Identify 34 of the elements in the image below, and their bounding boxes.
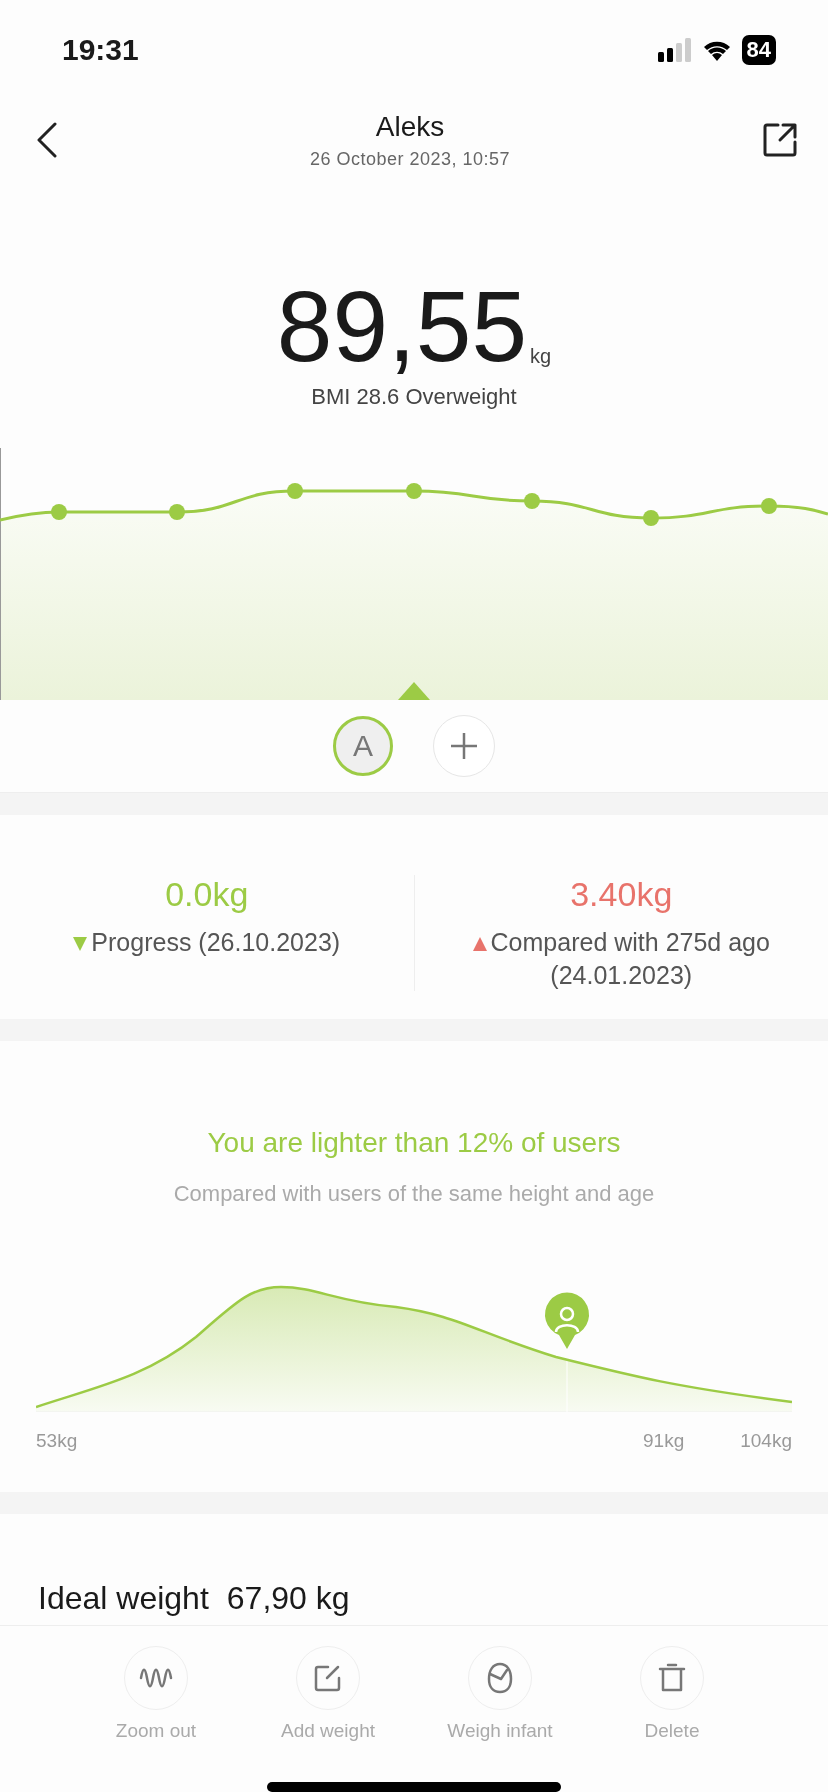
axis-label: 104kg (740, 1430, 792, 1452)
selected-pointer-icon (398, 682, 430, 700)
signal-icon (657, 38, 692, 62)
plus-icon (450, 732, 478, 760)
edit-icon (314, 1664, 342, 1692)
action-button[interactable]: Add weight (263, 1646, 393, 1742)
axis-label: 91kg (643, 1430, 685, 1452)
comparison-title: You are lighter than 12% of users (207, 1127, 621, 1159)
profile-name: Aleks (375, 110, 445, 143)
up-triangle-icon (472, 937, 487, 952)
battery-level: 84 (741, 35, 776, 65)
comparison-subtitle: Compared with users of the same height and age (173, 1181, 655, 1207)
weight-unit: kg (530, 345, 552, 368)
stat-label: Progress (26.10.2023) (91, 928, 341, 956)
stat-value: 0.0kg (165, 875, 249, 914)
share-icon[interactable] (762, 122, 798, 158)
action-button[interactable]: Weigh infant (435, 1646, 565, 1742)
bmi-status: BMI 28.6 Overweight (311, 384, 517, 410)
user-marker-icon (545, 1292, 589, 1349)
ideal-weight-value: 67,90 kg (226, 1580, 350, 1617)
back-icon[interactable] (36, 122, 58, 158)
stat-label: Compared with 275d ago (24.01.2023) (490, 928, 770, 989)
measurement-date: 26 October 2023, 10:57 (309, 148, 511, 170)
action-button[interactable]: Delete (607, 1646, 737, 1742)
axis-label: 53kg (36, 1430, 78, 1452)
weight-value: 89,55 (276, 276, 528, 376)
profile-avatar[interactable]: A (333, 716, 393, 776)
stat-value: 3.40kg (570, 875, 673, 914)
ideal-weight-label: Ideal weight (38, 1580, 209, 1617)
trash-icon (658, 1663, 686, 1693)
status-time: 19:31 (62, 33, 139, 67)
action-button[interactable]: Zoom out (91, 1646, 221, 1742)
down-triangle-icon (73, 937, 88, 952)
infant-icon (487, 1662, 513, 1694)
